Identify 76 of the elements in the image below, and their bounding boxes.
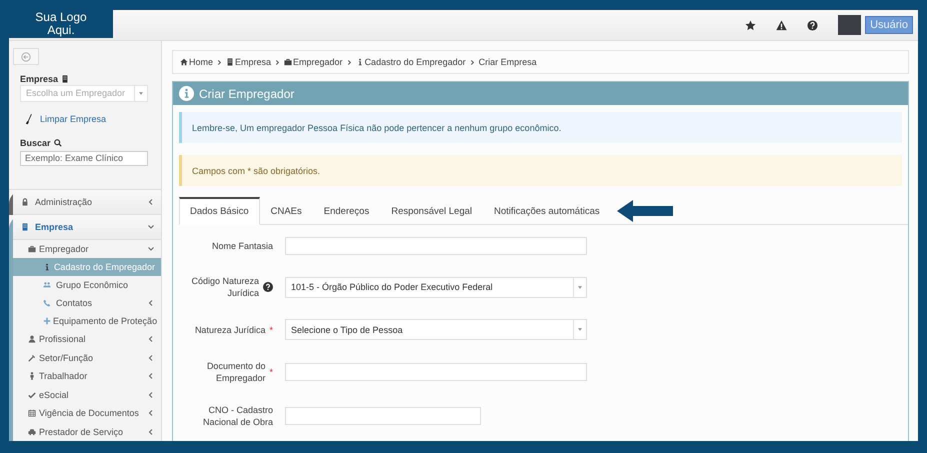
field-label: CNO - Cadastro Nacional de Obra xyxy=(202,404,273,428)
breadcrumb-link[interactable]: Home xyxy=(180,57,214,67)
tab[interactable]: CNAEs xyxy=(260,197,313,225)
tab[interactable]: Notificações automáticas xyxy=(483,197,611,225)
building-icon xyxy=(61,75,70,84)
briefcase-icon xyxy=(284,58,292,66)
building-icon xyxy=(226,58,234,66)
text-field[interactable] xyxy=(285,363,587,381)
menu-item[interactable]: Trabalhador xyxy=(13,367,161,386)
field-label: Documento do Empregador xyxy=(206,360,266,384)
calendar-icon xyxy=(28,409,36,418)
menu-item[interactable]: Empresa xyxy=(13,214,161,240)
required-mark: * xyxy=(269,324,273,336)
car-icon xyxy=(28,428,36,436)
chevron-right-icon xyxy=(346,58,352,66)
menu-item[interactable]: Grupo Econômico xyxy=(13,276,161,294)
text-field[interactable] xyxy=(285,407,481,425)
chevron-right-icon xyxy=(275,58,280,66)
caret-icon xyxy=(578,286,582,288)
required-mark: * xyxy=(269,366,273,378)
menu-item[interactable]: Equipamento de Proteção xyxy=(13,312,161,330)
home-icon xyxy=(180,58,188,66)
logo[interactable]: Sua Logo Aqui. xyxy=(9,10,113,38)
avatar-photo-placeholder xyxy=(838,15,862,35)
clear-company-link[interactable]: Limpar Empresa xyxy=(40,114,106,124)
help-icon[interactable] xyxy=(263,282,273,292)
company-label: Empresa xyxy=(20,74,58,84)
info-alert: Lembre-se, Um empregador Pessoa Física não pode pertencer a nenhum grupo econômico. xyxy=(179,112,902,143)
menu-item[interactable]: Empregador xyxy=(13,240,161,258)
breadcrumb-link[interactable]: Cadastro do Empregador xyxy=(356,57,466,67)
arrow-annotation xyxy=(616,200,673,222)
field-label: Código Natureza Jurídica xyxy=(190,275,259,299)
plus-icon xyxy=(43,317,51,325)
menu-item[interactable]: Profissional xyxy=(13,330,161,348)
briefcase-icon xyxy=(28,244,36,253)
back-arrow-icon xyxy=(21,52,31,62)
tab[interactable]: Endereços xyxy=(312,197,380,225)
lock-icon xyxy=(21,198,29,206)
user-icon xyxy=(28,335,36,344)
menu-item[interactable]: eSocial xyxy=(13,386,161,404)
search-field[interactable]: Exemplo: Exame Clínico xyxy=(20,150,148,166)
star-icon[interactable] xyxy=(745,20,756,30)
caret-icon xyxy=(139,92,143,95)
menu-item[interactable]: Administração xyxy=(13,190,161,214)
check-icon xyxy=(28,390,36,399)
warning-icon[interactable] xyxy=(776,20,788,30)
chevron-right-icon xyxy=(470,58,475,66)
breadcrumb-link[interactable]: Criar Empresa xyxy=(478,57,537,67)
field-label: Natureza Jurídica xyxy=(194,324,266,336)
field-label: Nome Fantasia xyxy=(212,240,273,252)
text-field[interactable] xyxy=(285,237,587,255)
search-label: Buscar xyxy=(20,138,51,148)
menu-item[interactable]: Contatos xyxy=(13,294,161,312)
panel-title: Criar Empregador xyxy=(199,86,294,100)
info-icon xyxy=(179,86,194,101)
wrench-icon xyxy=(28,354,36,362)
broom-icon xyxy=(25,112,33,125)
search-icon xyxy=(54,138,62,147)
breadcrumb-link[interactable]: Empresa xyxy=(226,57,272,67)
users-icon xyxy=(43,281,51,289)
help-icon[interactable] xyxy=(807,20,818,30)
caret-icon xyxy=(578,328,582,331)
menu-item[interactable]: Prestador de Serviço xyxy=(13,422,161,441)
tab[interactable]: Responsável Legal xyxy=(380,197,484,225)
phone-icon xyxy=(43,299,51,307)
breadcrumb-link[interactable]: Empregador xyxy=(284,57,343,67)
person-icon xyxy=(28,372,36,380)
warning-alert: Campos com * são obrigatórios. xyxy=(179,155,902,186)
info-icon xyxy=(43,263,51,271)
select-field[interactable]: 101-5 - Órgão Público do Poder Executivo Federal xyxy=(285,276,587,298)
select-field[interactable]: Selecione o Tipo de Pessoa xyxy=(285,319,587,340)
menu-item[interactable]: Setor/Função xyxy=(13,348,161,367)
tab[interactable]: Dados Básico xyxy=(179,197,260,225)
chevron-right-icon xyxy=(217,58,222,66)
menu-item[interactable]: Vigência de Documentos xyxy=(13,404,161,422)
building-icon xyxy=(21,222,29,230)
